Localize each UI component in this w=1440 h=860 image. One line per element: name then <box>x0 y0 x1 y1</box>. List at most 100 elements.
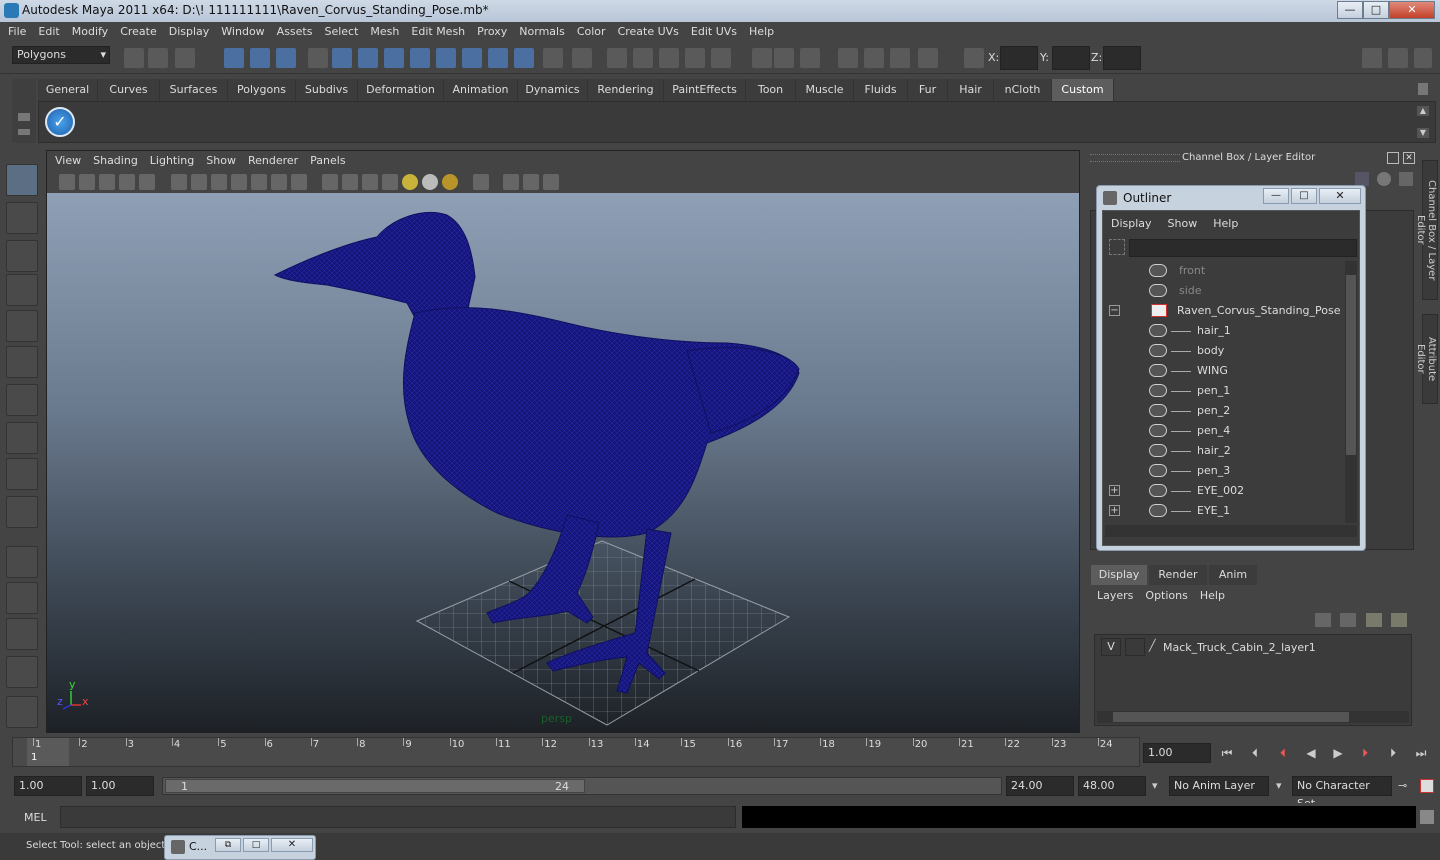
show-channel-box-icon[interactable] <box>1362 48 1382 68</box>
shadows-icon[interactable] <box>422 174 438 190</box>
list-item[interactable]: body <box>1105 341 1345 361</box>
tab-polygons[interactable]: Polygons <box>228 79 296 101</box>
tab-rendering[interactable]: Rendering <box>588 79 664 101</box>
magnet-1-icon[interactable] <box>607 48 627 68</box>
collapse-icon[interactable]: − <box>1109 305 1120 316</box>
tab-dynamics[interactable]: Dynamics <box>518 79 588 101</box>
viewport-menu-lighting[interactable]: Lighting <box>144 151 200 171</box>
render-icon[interactable] <box>488 48 508 68</box>
tab-curves[interactable]: Curves <box>98 79 160 101</box>
outliner-close-button[interactable]: ✕ <box>1319 188 1361 204</box>
go-to-end-icon[interactable]: ⏭ <box>1413 745 1429 761</box>
render-settings-icon[interactable] <box>838 48 858 68</box>
panel-drag-handle[interactable] <box>1090 154 1180 162</box>
tab-attribute-editor[interactable]: Attribute Editor <box>1415 314 1438 404</box>
character-set-dropdown[interactable]: No Character Set <box>1292 776 1392 810</box>
camera-select-icon[interactable] <box>59 174 75 190</box>
list-item[interactable]: + EYE_002 <box>1105 481 1345 501</box>
shelf-tabs-icon[interactable] <box>18 129 30 135</box>
show-manipulator-icon[interactable] <box>6 458 38 490</box>
step-back-frame-icon[interactable]: ⏴ <box>1275 745 1291 761</box>
list-item[interactable]: pen_1 <box>1105 381 1345 401</box>
menu-edit[interactable]: Edit <box>32 22 65 42</box>
wireframe-on-shaded-icon[interactable] <box>362 174 378 190</box>
outliner-vertical-scrollbar[interactable] <box>1345 261 1357 523</box>
bookmark-icon[interactable] <box>99 174 115 190</box>
menu-create[interactable]: Create <box>114 22 163 42</box>
lock-icon[interactable] <box>543 48 563 68</box>
isolate-select-icon[interactable] <box>473 174 489 190</box>
menu-normals[interactable]: Normals <box>513 22 571 42</box>
close-window-button[interactable]: ✕ <box>271 838 313 852</box>
animation-preferences-icon[interactable] <box>1420 779 1434 793</box>
move-tool-icon[interactable] <box>6 274 38 306</box>
film-gate-icon[interactable] <box>191 174 207 190</box>
list-item[interactable]: pen_2 <box>1105 401 1345 421</box>
list-item[interactable]: side <box>1105 281 1345 301</box>
play-forward-icon[interactable]: ▶ <box>1330 745 1346 761</box>
move-layer-up-icon[interactable] <box>1315 613 1331 627</box>
z-input[interactable] <box>1103 46 1141 70</box>
trash-icon[interactable] <box>1418 83 1428 95</box>
playback-end-field[interactable]: 24.00 <box>1006 776 1074 796</box>
maximize-button[interactable]: □ <box>1363 1 1389 19</box>
checkmark-shelf-icon[interactable]: ✓ <box>45 107 75 137</box>
list-item[interactable]: − Raven_Corvus_Standing_Pose <box>1105 301 1345 321</box>
tab-subdivs[interactable]: Subdivs <box>296 79 358 101</box>
animation-start-field[interactable]: 1.00 <box>14 776 82 796</box>
expand-icon[interactable]: + <box>1109 485 1120 496</box>
xray-joints-icon[interactable] <box>523 174 539 190</box>
viewport-menu-renderer[interactable]: Renderer <box>242 151 304 171</box>
tab-hair[interactable]: Hair <box>948 79 994 101</box>
high-quality-icon[interactable] <box>442 174 458 190</box>
safe-action-icon[interactable] <box>271 174 287 190</box>
menu-color[interactable]: Color <box>571 22 612 42</box>
show-attribute-editor-icon[interactable] <box>1414 48 1432 68</box>
viewport-menu-shading[interactable]: Shading <box>87 151 144 171</box>
layer-menu-options[interactable]: Options <box>1139 585 1193 607</box>
layer-horizontal-scrollbar[interactable] <box>1097 711 1409 723</box>
layer-row[interactable]: V ╱ Mack_Truck_Cabin_2_layer1 <box>1099 637 1407 657</box>
select-component-icon[interactable] <box>276 48 296 68</box>
menu-set-dropdown[interactable]: Polygons ▾ <box>12 46 110 64</box>
tab-layer-anim[interactable]: Anim <box>1209 565 1257 585</box>
channel-icon-1[interactable] <box>1355 172 1369 186</box>
menu-edit-uvs[interactable]: Edit UVs <box>685 22 743 42</box>
four-view-layout-icon[interactable] <box>6 582 38 614</box>
soft-mod-tool-icon[interactable] <box>6 422 38 454</box>
outliner-horizontal-scrollbar[interactable] <box>1105 525 1357 537</box>
gate-mask-icon[interactable] <box>231 174 247 190</box>
menu-select[interactable]: Select <box>318 22 364 42</box>
new-layer-icon[interactable] <box>1366 613 1382 627</box>
maximize-window-button[interactable]: □ <box>243 838 269 852</box>
snap-curve-icon[interactable] <box>358 48 378 68</box>
hypershade-icon[interactable] <box>864 48 884 68</box>
list-item[interactable]: pen_4 <box>1105 421 1345 441</box>
scrollbar-thumb[interactable] <box>1113 712 1349 722</box>
tab-custom[interactable]: Custom <box>1052 79 1114 101</box>
tab-layer-render[interactable]: Render <box>1149 565 1207 585</box>
outliner-menu-show[interactable]: Show <box>1160 211 1206 237</box>
clapper-icon[interactable] <box>890 48 910 68</box>
minimized-window[interactable]: C... ⧉ □ ✕ <box>164 835 316 860</box>
viewport-scene[interactable]: y x z persp <box>47 193 1079 733</box>
outliner-maximize-button[interactable]: □ <box>1291 188 1317 204</box>
open-scene-icon[interactable] <box>148 48 168 68</box>
camera-attributes-icon[interactable] <box>79 174 95 190</box>
shelf-menu-icon[interactable] <box>18 113 30 121</box>
tab-toon[interactable]: Toon <box>746 79 796 101</box>
make-live-icon[interactable] <box>436 48 456 68</box>
key-icon[interactable]: ⊸ <box>1398 779 1407 792</box>
tab-painteffects[interactable]: PaintEffects <box>664 79 746 101</box>
new-layer-selected-icon[interactable] <box>1391 613 1407 627</box>
shelf-scroll-up-icon[interactable]: ▲ <box>1417 106 1429 116</box>
menu-assets[interactable]: Assets <box>271 22 319 42</box>
play-backward-icon[interactable]: ◀ <box>1303 745 1319 761</box>
tab-animation[interactable]: Animation <box>444 79 518 101</box>
menu-mesh[interactable]: Mesh <box>364 22 405 42</box>
channel-icon-3[interactable] <box>1399 172 1413 186</box>
list-item[interactable]: + EYE_1 <box>1105 501 1345 521</box>
outliner-menu-help[interactable]: Help <box>1205 211 1246 237</box>
outliner-search-input[interactable] <box>1129 239 1357 257</box>
list-item[interactable]: hair_1 <box>1105 321 1345 341</box>
